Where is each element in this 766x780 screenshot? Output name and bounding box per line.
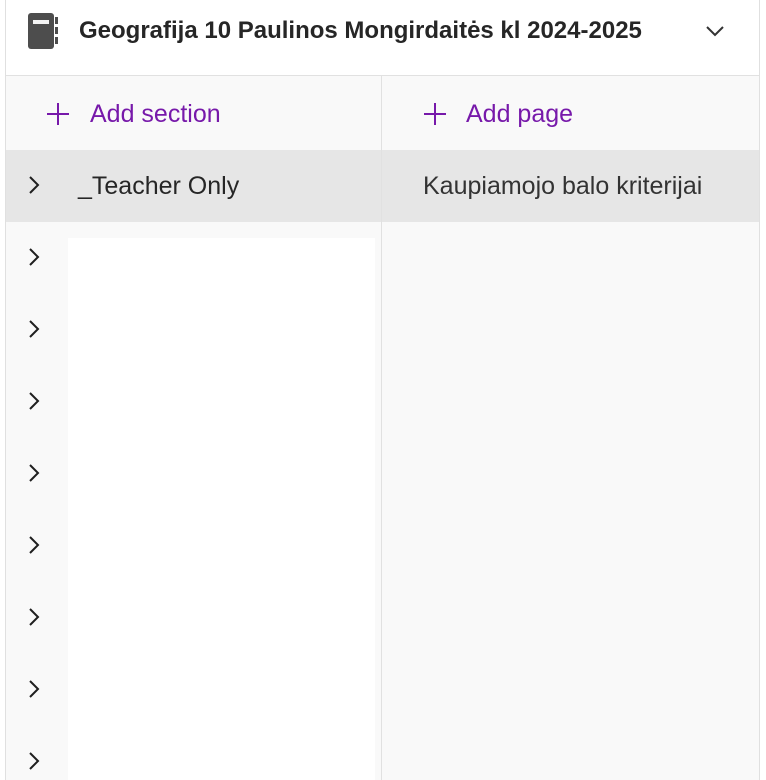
chevron-down-icon[interactable]: [704, 21, 726, 41]
chevron-right-icon[interactable]: [26, 174, 42, 196]
plus-icon: [47, 103, 69, 125]
page-item-kaupiamojo-balo-kriterijai[interactable]: Kaupiamojo balo kriterijai: [382, 150, 759, 222]
plus-icon: [424, 103, 446, 125]
chevron-right-icon[interactable]: [26, 318, 42, 340]
add-section-button[interactable]: Add section: [6, 76, 381, 150]
chevron-right-icon[interactable]: [26, 534, 42, 556]
hidden-section-names-area: [68, 238, 375, 780]
section-item-teacher-only[interactable]: _Teacher Only: [6, 150, 381, 222]
pages-pane: Add page Kaupiamojo balo kriterijai: [382, 76, 759, 780]
chevron-right-icon[interactable]: [26, 678, 42, 700]
chevron-right-icon[interactable]: [26, 390, 42, 412]
chevron-right-icon[interactable]: [26, 246, 42, 268]
notebook-title[interactable]: Geografija 10 Paulinos Mongirdaitės kl 2…: [79, 15, 642, 47]
sections-pane: Add section _Teacher Only: [6, 76, 382, 780]
section-label: _Teacher Only: [78, 172, 240, 200]
add-section-label: Add section: [90, 100, 221, 128]
notebook-header[interactable]: Geografija 10 Paulinos Mongirdaitės kl 2…: [6, 0, 759, 76]
notebook-navigation-panel: Geografija 10 Paulinos Mongirdaitės kl 2…: [5, 0, 760, 780]
notebook-icon: [28, 13, 58, 49]
page-label: Kaupiamojo balo kriterijai: [423, 172, 703, 200]
add-page-button[interactable]: Add page: [382, 76, 759, 150]
add-page-label: Add page: [466, 100, 574, 128]
chevron-right-icon[interactable]: [26, 606, 42, 628]
chevron-right-icon[interactable]: [26, 750, 42, 772]
chevron-right-icon[interactable]: [26, 462, 42, 484]
